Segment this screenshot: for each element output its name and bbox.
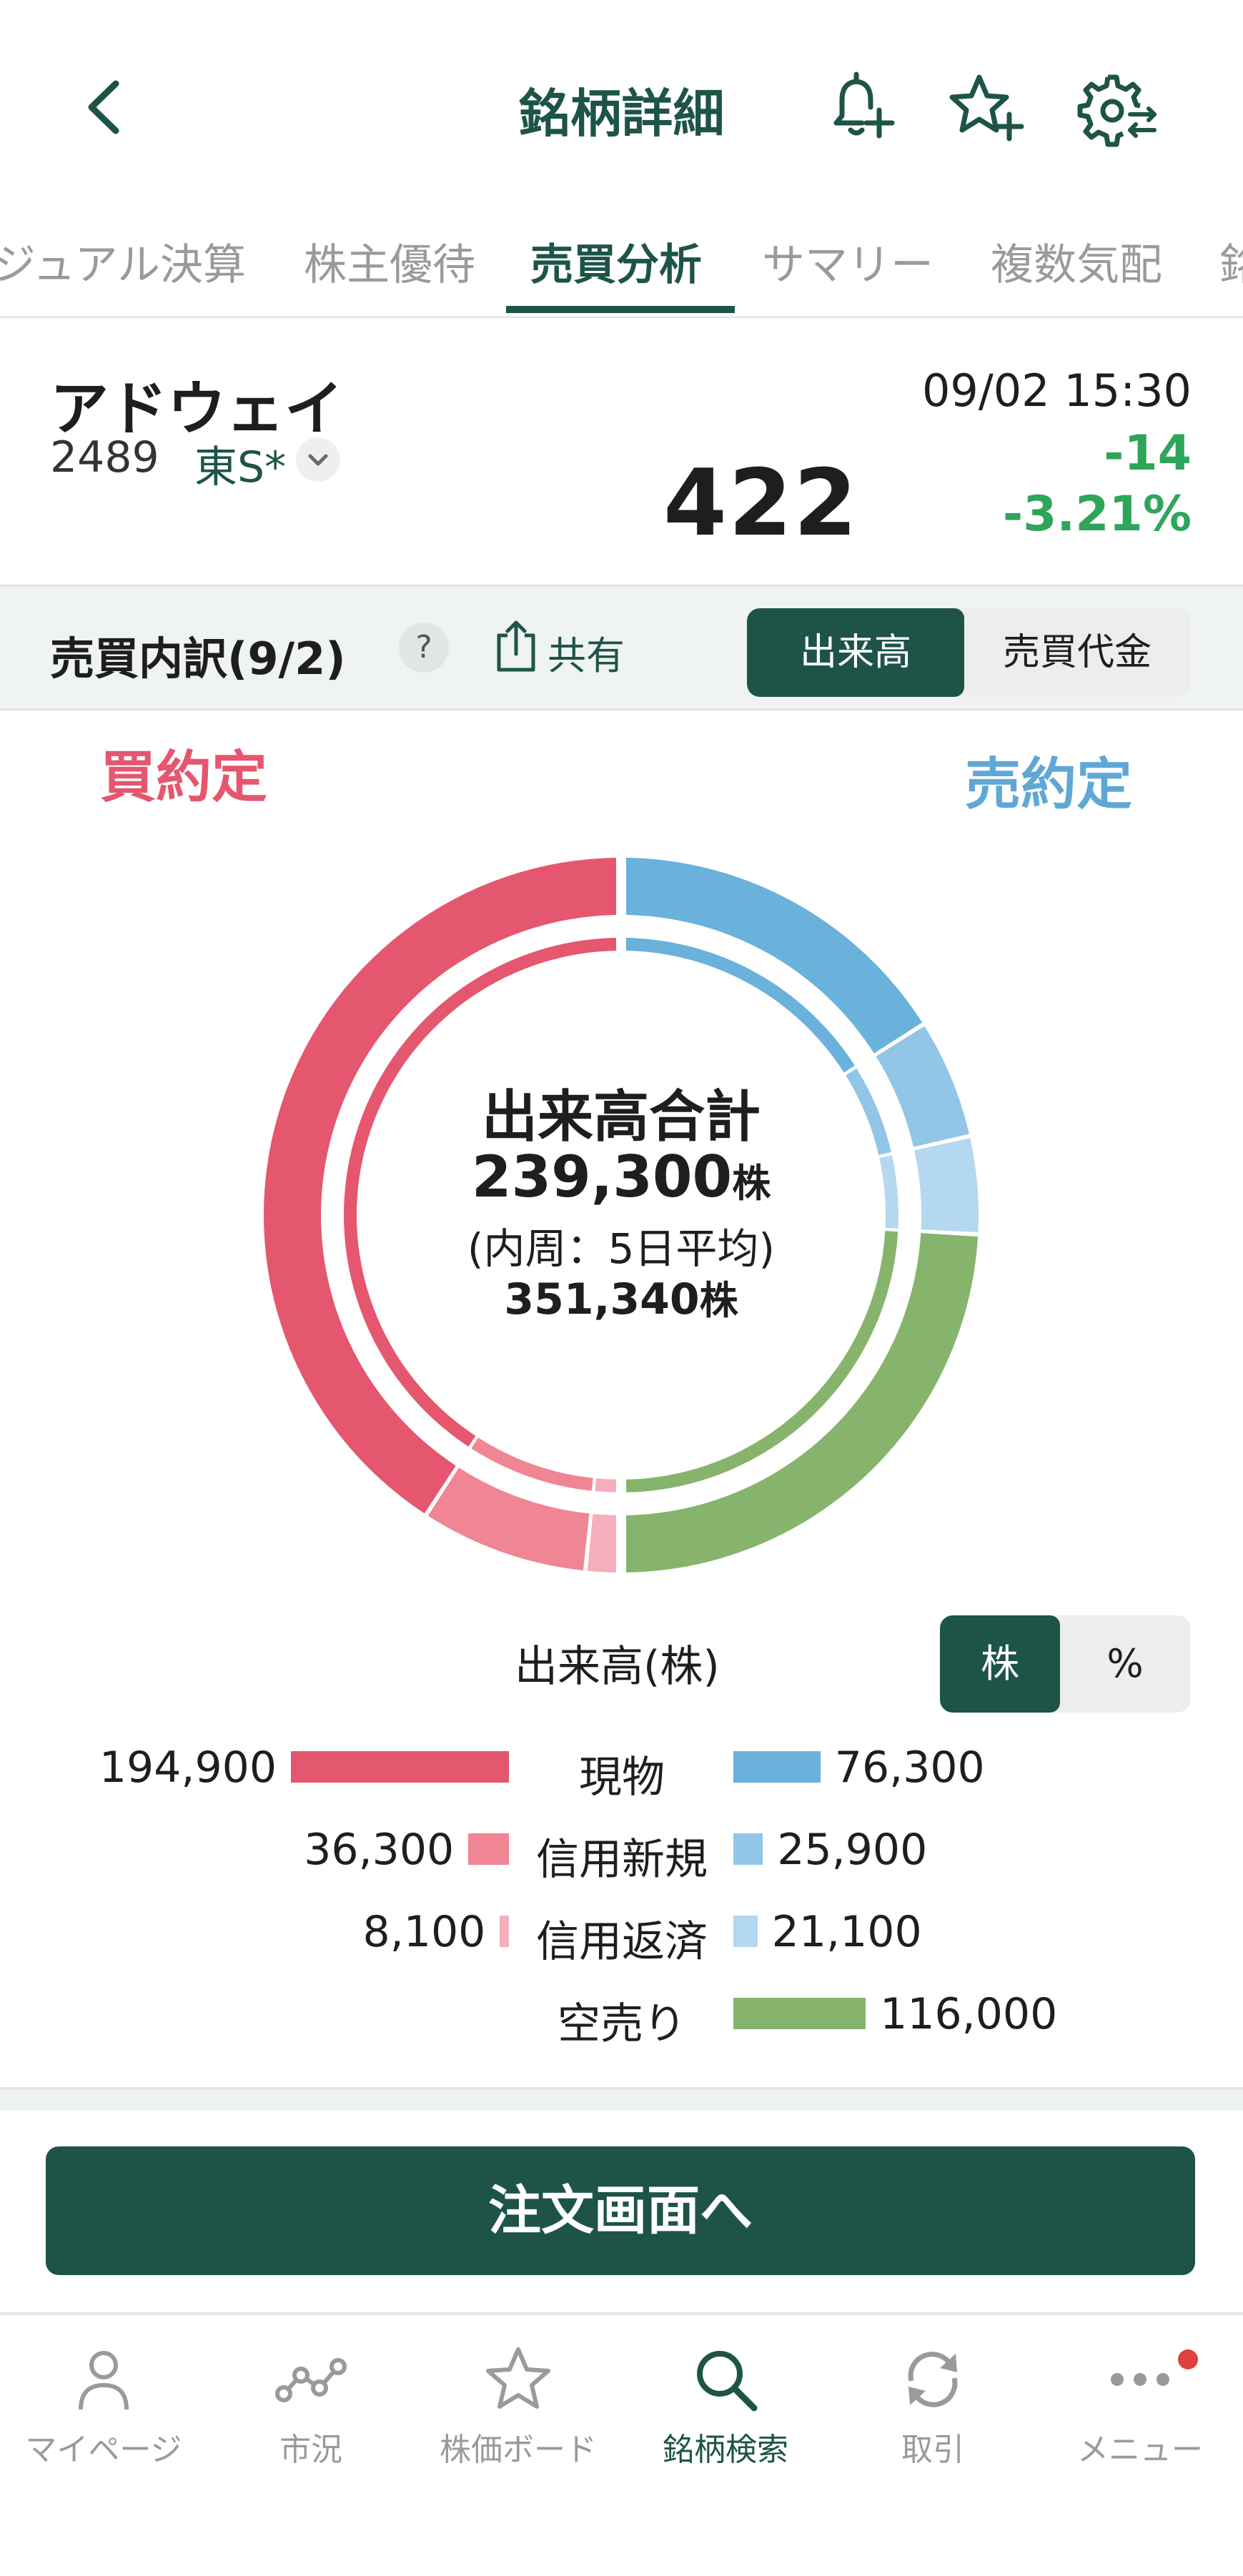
sell-volume-value: 21,100	[771, 1907, 922, 1957]
display-settings-button[interactable]	[1069, 64, 1162, 150]
market-dropdown-button[interactable]	[296, 437, 340, 482]
volume-segment[interactable]: 出来高	[747, 608, 964, 697]
buy-volume-value: 8,100	[362, 1907, 486, 1957]
buy-volume-bar	[468, 1833, 509, 1865]
center-title: 出来高合計	[481, 1085, 761, 1149]
legend-row: 8,100 信用返済 21,100	[0, 1894, 1243, 1967]
notification-dot	[1178, 2349, 1198, 2369]
share-label: 共有	[548, 633, 625, 678]
nav-market[interactable]: 市況	[207, 2344, 415, 2487]
center-average-unit: 株	[699, 1278, 738, 1323]
sell-volume-value: 116,000	[880, 1989, 1058, 2039]
inner-ring-note: (内周：5日平均)	[467, 1224, 776, 1273]
buy-volume-bar	[291, 1751, 509, 1783]
page-title: 銘柄詳細	[518, 84, 725, 144]
tab-shareholder-benefits[interactable]: 株主優待	[304, 230, 475, 292]
refresh-icon	[897, 2344, 969, 2415]
price-change-percent: -3.21%	[1002, 486, 1192, 543]
breakdown-header: 売買内訳(9/2) ? 共有 出来高 売買代金	[0, 585, 1243, 710]
price-timestamp: 09/02 15:30	[921, 365, 1192, 417]
sell-volume-value: 25,900	[777, 1825, 928, 1875]
tab-multiple-quotes[interactable]: 複数気配	[991, 230, 1162, 292]
star-icon	[482, 2344, 554, 2415]
sell-contracts-label: 売約定	[965, 753, 1133, 817]
section-divider	[0, 2087, 1243, 2111]
person-icon	[68, 2344, 139, 2415]
nav-trade[interactable]: 取引	[829, 2344, 1036, 2487]
metric-toggle: 出来高 売買代金	[747, 608, 1190, 697]
sell-volume-bar	[733, 1998, 866, 2029]
nav-mypage[interactable]: マイページ	[0, 2344, 207, 2487]
price-change: -14	[1104, 425, 1192, 482]
legend-category: 空売り	[558, 1999, 686, 2049]
unit-shares-segment[interactable]: 株	[940, 1615, 1060, 1713]
chevron-down-icon	[296, 437, 340, 482]
buy-contracts-label: 買約定	[100, 745, 268, 810]
add-favorite-button[interactable]	[942, 64, 1028, 150]
legend-category: 現物	[579, 1753, 665, 1803]
buy-volume-value: 36,300	[304, 1825, 455, 1875]
legend-row: 空売り 116,000	[0, 1976, 1243, 2049]
legend-category: 信用新規	[536, 1835, 708, 1885]
sell-volume-value: 76,300	[834, 1743, 985, 1793]
more-icon	[1104, 2344, 1176, 2415]
market-chart-icon	[275, 2344, 347, 2415]
active-tab-indicator	[506, 306, 735, 313]
tab-trade-analysis[interactable]: 売買分析	[530, 230, 702, 292]
tab-visual-earnings[interactable]: ジュアル決算	[0, 230, 246, 292]
center-average-value: 351,340	[504, 1274, 700, 1324]
detail-tabs: ジュアル決算 株主優待 売買分析 サマリー 複数気配 銘	[0, 214, 1243, 318]
tab-next-partial[interactable]: 銘	[1219, 230, 1243, 292]
nav-stock-board[interactable]: 株価ボード	[415, 2344, 622, 2487]
nav-label: メニュー	[1077, 2432, 1203, 2468]
stock-code: 2489	[50, 432, 159, 482]
help-button[interactable]: ?	[399, 623, 449, 673]
center-average: 351,340株	[264, 1269, 979, 1325]
sell-volume-bar	[733, 1751, 821, 1783]
market-label[interactable]: 東S*	[194, 432, 286, 495]
share-icon	[493, 614, 539, 681]
nav-label: マイページ	[25, 2432, 182, 2468]
donut-center-summary: 出来高合計 239,300株 (内周：5日平均) 351,340株	[264, 858, 979, 1572]
nav-label: 株価ボード	[440, 2432, 597, 2468]
tab-summary[interactable]: サマリー	[762, 230, 934, 292]
bottom-navigation: マイページ 市況 株価ボード 銘柄検索 取引 メニュー	[0, 2312, 1243, 2576]
buy-volume-value: 194,900	[99, 1743, 277, 1793]
section-title: 売買内訳(9/2)	[50, 633, 346, 685]
legend-title: 出来高(株)	[515, 1642, 720, 1692]
star-plus-icon	[942, 64, 1028, 150]
buy-volume-bar	[500, 1916, 509, 1947]
order-screen-button[interactable]: 注文画面へ	[46, 2146, 1195, 2275]
nav-label: 市況	[279, 2432, 342, 2468]
sell-volume-bar	[733, 1916, 758, 1947]
legend-row: 194,900 現物 76,300	[0, 1730, 1243, 1803]
nav-stock-search[interactable]: 銘柄検索	[622, 2344, 829, 2487]
center-total-unit: 株	[732, 1161, 771, 1206]
legend-row: 36,300 信用新規 25,900	[0, 1812, 1243, 1885]
nav-label: 銘柄検索	[663, 2432, 788, 2468]
nav-menu[interactable]: メニュー	[1036, 2344, 1243, 2487]
gear-icon	[1069, 64, 1162, 150]
legend-category: 信用返済	[536, 1917, 708, 1967]
current-price: 422	[663, 450, 859, 557]
center-total-value: 239,300	[471, 1144, 733, 1210]
trading-value-segment[interactable]: 売買代金	[964, 608, 1190, 697]
nav-label: 取引	[901, 2432, 964, 2468]
center-total: 239,300株	[264, 1144, 979, 1210]
unit-percent-segment[interactable]: %	[1060, 1615, 1190, 1713]
search-icon	[690, 2344, 761, 2415]
bell-plus-icon	[815, 64, 901, 150]
unit-toggle: 株 %	[940, 1615, 1190, 1713]
header-bar: 銘柄詳細	[0, 0, 1243, 214]
price-alert-button[interactable]	[815, 64, 901, 150]
sell-volume-bar	[733, 1833, 763, 1865]
